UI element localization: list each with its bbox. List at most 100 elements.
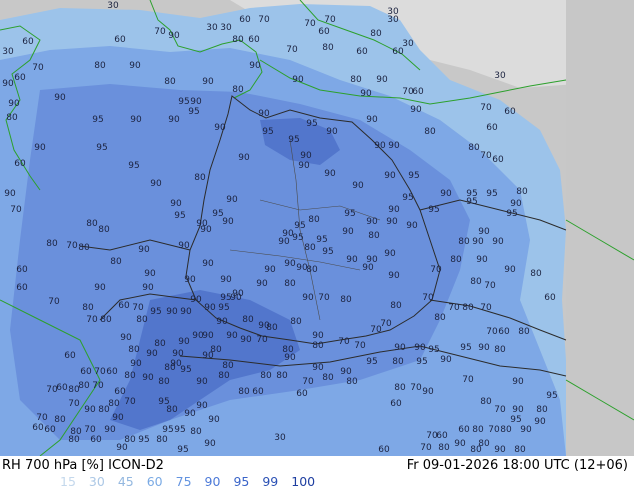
contour-label-60: 60: [16, 283, 28, 293]
contour-label-60: 60: [14, 159, 26, 169]
contour-label-90: 90: [184, 275, 196, 285]
contour-label-90: 90: [170, 359, 182, 369]
contour-label-90: 90: [494, 445, 506, 455]
contour-label-90: 90: [130, 115, 142, 125]
contour-label-90: 90: [204, 439, 216, 449]
contour-label-90: 90: [200, 225, 212, 235]
contour-label-95: 95: [306, 119, 317, 129]
contour-label-60: 60: [114, 35, 126, 45]
legend-level-30: 30: [88, 474, 105, 489]
contour-label-60: 60: [106, 367, 118, 377]
legend-level-15: 15: [60, 474, 76, 489]
contour-label-95: 95: [546, 391, 557, 401]
contour-label-90: 90: [226, 195, 238, 205]
contour-label-90: 90: [478, 343, 490, 353]
contour-label-70: 70: [354, 341, 366, 351]
contour-label-95: 95: [408, 171, 419, 181]
contour-label-30: 30: [387, 15, 399, 25]
contour-label-90: 90: [94, 283, 106, 293]
contour-label-30: 30: [107, 1, 119, 11]
contour-label-95: 95: [366, 357, 377, 367]
contour-label-90: 90: [249, 61, 261, 71]
contour-label-80: 80: [518, 327, 530, 337]
contour-label-80: 80: [304, 243, 316, 253]
contour-label-90: 90: [326, 127, 338, 137]
contour-label-80: 80: [322, 373, 334, 383]
contour-label-30: 30: [402, 39, 414, 49]
contour-label-80: 80: [368, 231, 380, 241]
contour-label-95: 95: [416, 357, 427, 367]
contour-label-90: 90: [142, 283, 154, 293]
contour-label-80: 80: [98, 225, 110, 235]
contour-label-80: 80: [100, 315, 112, 325]
contour-label-80: 80: [242, 315, 254, 325]
contour-label-70: 70: [48, 297, 60, 307]
contour-label-95: 95: [128, 161, 139, 171]
contour-label-60: 60: [436, 431, 448, 441]
contour-label-80: 80: [158, 377, 170, 387]
contour-label-80: 80: [392, 357, 404, 367]
contour-label-95: 95: [138, 435, 149, 445]
contour-label-90: 90: [406, 221, 418, 231]
contour-label-90: 90: [214, 123, 226, 133]
contour-label-90: 90: [374, 141, 386, 151]
contour-label-90: 90: [324, 169, 336, 179]
contour-label-80: 80: [136, 315, 148, 325]
contour-label-90: 90: [54, 93, 66, 103]
contour-label-70: 70: [132, 303, 144, 313]
contour-label-60: 60: [14, 73, 26, 83]
contour-label-90: 90: [230, 293, 242, 303]
contour-label-90: 90: [366, 115, 378, 125]
contour-label-90: 90: [204, 303, 216, 313]
contour-label-95: 95: [178, 97, 189, 107]
contour-label-70: 70: [462, 375, 474, 385]
contour-label-95: 95: [402, 193, 413, 203]
contour-label-80: 80: [350, 75, 362, 85]
contour-label-95: 95: [288, 135, 299, 145]
contour-label-90: 90: [388, 205, 400, 215]
contour-label-90: 90: [202, 259, 214, 269]
contour-label-95: 95: [92, 115, 103, 125]
contour-label-70: 70: [154, 27, 166, 37]
map-canvas: 30603070 9030 3060 7080 6070 70603030806080 60…: [0, 0, 634, 456]
contour-label-90: 90: [2, 79, 14, 89]
contour-label-90: 90: [278, 237, 290, 247]
contour-label-95: 95: [428, 345, 439, 355]
contour-label-90: 90: [388, 271, 400, 281]
outside-domain-strip: [566, 0, 634, 456]
contour-label-60: 60: [44, 425, 56, 435]
contour-label-70: 70: [68, 399, 80, 409]
legend-level-60: 60: [146, 474, 163, 489]
contour-label-70: 70: [338, 337, 350, 347]
contour-label-90: 90: [510, 199, 522, 209]
contour-label-90: 90: [422, 387, 434, 397]
contour-label-90: 90: [258, 109, 270, 119]
legend-level-100: 100: [291, 474, 316, 489]
contour-label-80: 80: [458, 237, 470, 247]
contour-label-60: 60: [498, 327, 510, 337]
contour-label-80: 80: [94, 61, 106, 71]
contour-label-90: 90: [84, 405, 96, 415]
contour-label-80: 80: [500, 425, 512, 435]
contour-label-70: 70: [448, 303, 460, 313]
contour-label-70: 70: [370, 325, 382, 335]
contour-label-90: 90: [414, 343, 426, 353]
contour-label-80: 80: [536, 405, 548, 415]
contour-label-80: 80: [322, 43, 334, 53]
contour-label-70: 70: [92, 381, 104, 391]
contour-label-95: 95: [344, 209, 355, 219]
contour-label-60: 60: [356, 47, 368, 57]
contour-label-90: 90: [170, 199, 182, 209]
contour-label-80: 80: [276, 371, 288, 381]
contour-label-90: 90: [292, 75, 304, 85]
contour-label-90: 90: [4, 189, 16, 199]
contour-label-90: 90: [146, 349, 158, 359]
contour-label-80: 80: [470, 277, 482, 287]
contour-label-80: 80: [346, 377, 358, 387]
contour-label-90: 90: [492, 237, 504, 247]
contour-label-95: 95: [262, 127, 273, 137]
contour-label-90: 90: [352, 181, 364, 191]
contour-label-80: 80: [390, 301, 402, 311]
contour-label-80: 80: [312, 341, 324, 351]
contour-label-90: 90: [264, 265, 276, 275]
